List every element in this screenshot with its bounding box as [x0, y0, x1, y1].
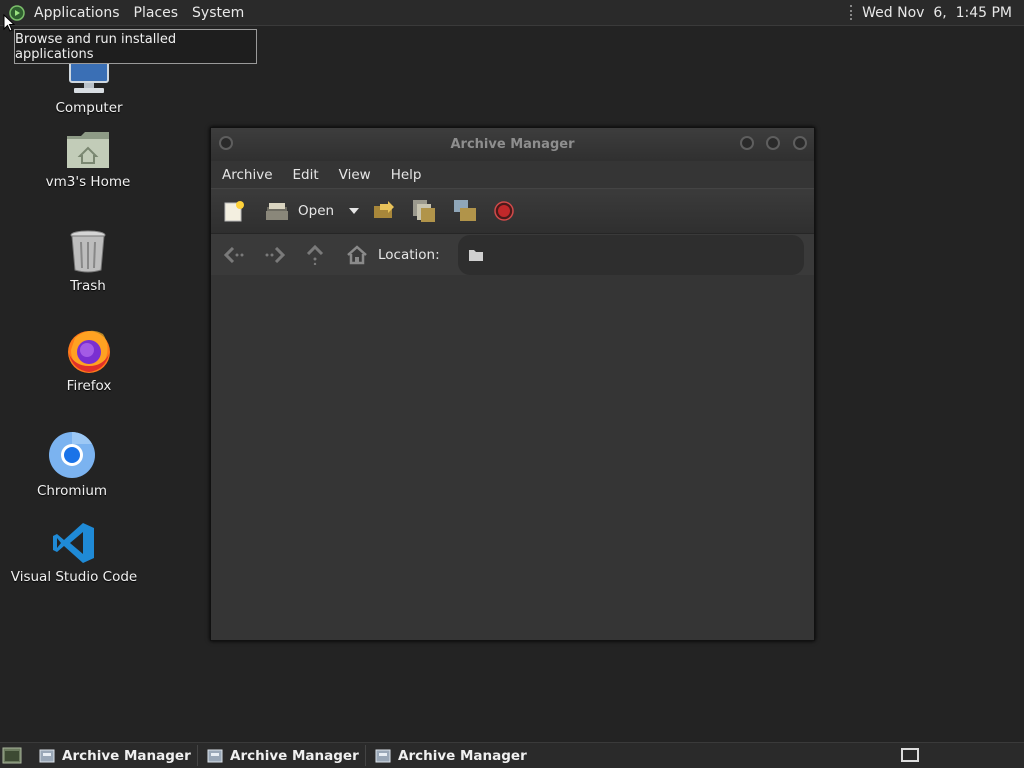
window-titlebar[interactable]: Archive Manager — [211, 128, 814, 161]
archive-manager-icon — [375, 749, 391, 762]
desktop-icon-trash[interactable]: Trash — [23, 230, 153, 294]
top-panel: Applications Places System Wed Nov 6, 1:… — [0, 0, 1024, 26]
show-desktop-icon[interactable] — [2, 747, 22, 764]
archive-contents-area[interactable] — [211, 275, 814, 640]
tooltip: Browse and run installed applications — [14, 29, 257, 64]
open-dropdown-icon — [349, 208, 360, 214]
desktop-icon-vscode[interactable]: Visual Studio Code — [9, 521, 139, 585]
back-button[interactable] — [224, 240, 244, 270]
taskbar-item-label: Archive Manager — [398, 747, 527, 764]
chromium-icon — [49, 432, 95, 478]
desktop-icon-computer[interactable]: Computer — [24, 58, 154, 116]
extract-icon — [374, 201, 395, 218]
archive-manager-window: Archive Manager Archive Edit View Help O… — [210, 127, 815, 641]
add-files-button[interactable] — [412, 196, 436, 226]
home-folder-icon — [67, 132, 109, 168]
menubar: Archive Edit View Help — [211, 161, 814, 188]
open-button-label: Open — [298, 203, 335, 219]
stop-icon — [494, 201, 514, 221]
window-menu-button[interactable] — [219, 136, 233, 150]
desktop-icon-label: Firefox — [66, 378, 112, 394]
stop-button[interactable] — [494, 196, 514, 226]
vscode-icon — [53, 523, 94, 563]
new-archive-button[interactable] — [223, 196, 245, 226]
extract-button[interactable] — [372, 196, 396, 226]
forward-arrow-icon — [265, 246, 285, 263]
desktop-icon-firefox[interactable]: Firefox — [24, 326, 154, 394]
workspace-switcher[interactable] — [901, 748, 919, 762]
desktop-icon-label: Visual Studio Code — [10, 569, 138, 585]
firefox-icon — [68, 330, 110, 373]
toolbar: Open — [211, 188, 814, 234]
up-button[interactable] — [306, 240, 324, 270]
desktop-icon-label: Trash — [70, 278, 106, 294]
trash-icon — [70, 230, 106, 273]
panel-menu: Applications Places System — [0, 0, 251, 25]
open-archive-icon — [266, 203, 288, 220]
add-files-icon — [413, 200, 436, 222]
bottom-taskbar: Archive Manager Archive Manager Archive … — [0, 742, 1024, 768]
clock-area: Wed Nov 6, 1:45 PM — [850, 0, 1024, 25]
folder-icon — [468, 249, 483, 261]
close-button[interactable] — [793, 136, 807, 150]
forward-button[interactable] — [265, 240, 285, 270]
minimize-button[interactable] — [740, 136, 754, 150]
window-title: Archive Manager — [450, 137, 575, 152]
desktop-icon-label: Computer — [55, 100, 123, 116]
taskbar-item-label: Archive Manager — [230, 747, 359, 764]
desktop-icon-home[interactable]: vm3's Home — [23, 130, 153, 190]
open-dropdown-button[interactable] — [349, 196, 360, 226]
new-archive-icon — [224, 201, 244, 222]
add-folder-button[interactable] — [453, 196, 477, 226]
desktop-icon-label: vm3's Home — [45, 174, 131, 190]
archive-manager-icon — [39, 749, 55, 762]
menu-edit[interactable]: Edit — [283, 167, 329, 183]
maximize-button[interactable] — [766, 136, 780, 150]
home-button[interactable] — [346, 240, 368, 270]
location-bar: Location: — [211, 234, 814, 276]
clock[interactable]: Wed Nov 6, 1:45 PM — [862, 5, 1012, 21]
archive-manager-icon — [207, 749, 223, 762]
system-menu[interactable]: System — [185, 5, 251, 21]
taskbar-item[interactable]: Archive Manager — [372, 745, 534, 766]
taskbar-item-label: Archive Manager — [62, 747, 191, 764]
open-button[interactable]: Open — [265, 196, 334, 226]
applications-menu[interactable]: Applications — [27, 5, 127, 21]
places-menu[interactable]: Places — [127, 5, 186, 21]
add-folder-icon — [454, 200, 477, 221]
taskbar-item[interactable]: Archive Manager — [36, 745, 198, 766]
taskbar-item[interactable]: Archive Manager — [204, 745, 366, 766]
home-icon — [347, 244, 367, 264]
desktop-icon-chromium[interactable]: Chromium — [7, 431, 137, 499]
panel-grip[interactable] — [850, 5, 854, 20]
location-field[interactable] — [457, 234, 804, 275]
menu-view[interactable]: View — [329, 167, 381, 183]
mouse-cursor-icon — [3, 14, 15, 32]
location-label: Location: — [378, 246, 440, 263]
menu-help[interactable]: Help — [381, 167, 432, 183]
back-arrow-icon — [224, 246, 244, 263]
desktop-icon-label: Chromium — [36, 483, 108, 499]
menu-archive[interactable]: Archive — [211, 167, 283, 183]
up-arrow-icon — [306, 244, 324, 265]
